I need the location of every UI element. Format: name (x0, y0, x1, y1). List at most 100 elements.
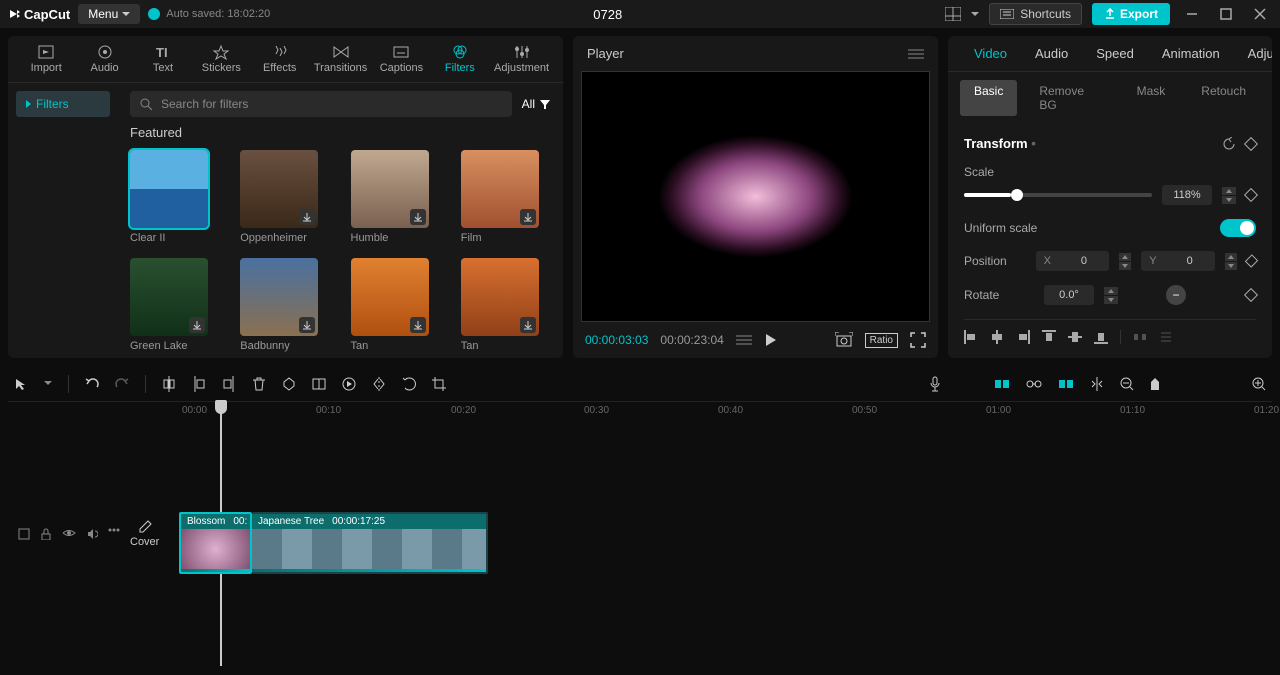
align-right-icon[interactable] (1016, 330, 1030, 344)
all-button[interactable]: All (522, 97, 551, 111)
magnet-on-icon[interactable] (994, 378, 1010, 390)
menu-icon[interactable] (908, 48, 924, 60)
distribute-h-icon[interactable] (1133, 330, 1147, 344)
sidebar-item-filters[interactable]: Filters (16, 91, 110, 117)
snap-on-icon[interactable] (1058, 378, 1074, 390)
stepper-down[interactable] (1222, 196, 1236, 204)
subtab-basic[interactable]: Basic (960, 80, 1017, 116)
align-left-icon[interactable] (964, 330, 978, 344)
redo-button[interactable] (115, 377, 129, 391)
rotate-tool[interactable] (402, 377, 416, 391)
group-tool[interactable] (312, 377, 326, 391)
close-button[interactable] (1248, 8, 1272, 20)
player-viewport[interactable] (581, 71, 930, 322)
tab-text[interactable]: TIText (137, 42, 189, 76)
download-icon[interactable] (189, 317, 205, 333)
crop-tool[interactable] (432, 377, 446, 391)
reset-icon[interactable] (1222, 137, 1236, 151)
scale-value[interactable]: 118% (1162, 185, 1212, 205)
delete-tool[interactable] (252, 377, 266, 391)
snapshot-icon[interactable] (835, 332, 853, 348)
distribute-v-icon[interactable] (1159, 330, 1173, 344)
keyframe-icon[interactable] (1244, 188, 1258, 202)
align-center-v-icon[interactable] (1068, 330, 1082, 344)
record-tool[interactable] (342, 377, 356, 391)
list-icon[interactable] (736, 334, 752, 346)
link-icon[interactable] (1026, 377, 1042, 391)
filter-item[interactable]: Humble (351, 150, 441, 244)
align-center-h-icon[interactable] (990, 330, 1004, 344)
zoom-in-icon[interactable] (1252, 377, 1266, 391)
maximize-button[interactable] (1214, 8, 1238, 20)
stepper-down[interactable] (1104, 296, 1118, 304)
minus-icon[interactable]: − (1166, 285, 1186, 305)
tab-speed[interactable]: Speed (1082, 36, 1148, 71)
uniform-scale-toggle[interactable] (1220, 219, 1256, 237)
filter-item[interactable]: Green Lake (130, 258, 220, 352)
position-x[interactable]: 0 (1059, 251, 1109, 271)
fullscreen-icon[interactable] (910, 332, 926, 348)
cover-button[interactable]: Cover (130, 520, 159, 548)
tab-audio[interactable]: Audio (1021, 36, 1082, 71)
ratio-button[interactable]: Ratio (865, 333, 898, 348)
tab-video[interactable]: Video (960, 36, 1021, 71)
slider-knob[interactable] (1150, 377, 1160, 391)
position-y[interactable]: 0 (1165, 251, 1215, 271)
chevron-down-icon[interactable] (971, 12, 979, 17)
shortcuts-button[interactable]: Shortcuts (989, 3, 1082, 25)
subtab-removebg[interactable]: Remove BG (1025, 80, 1114, 116)
stepper-down[interactable] (1225, 262, 1237, 270)
clip-japanese-tree[interactable]: Japanese Tree00:00:17:25 (252, 512, 488, 574)
filter-item[interactable]: Oppenheimer (240, 150, 330, 244)
filter-item[interactable]: Film (461, 150, 551, 244)
chevron-down-icon[interactable] (44, 381, 52, 386)
download-icon[interactable] (410, 209, 426, 225)
download-icon[interactable] (410, 317, 426, 333)
stepper-up[interactable] (1119, 253, 1131, 261)
scale-slider[interactable] (964, 193, 1152, 197)
layout-icon[interactable] (945, 7, 961, 21)
filter-item[interactable]: Tan (461, 258, 551, 352)
rotate-value[interactable]: 0.0° (1044, 285, 1094, 305)
trim-left-tool[interactable] (192, 376, 206, 392)
mic-icon[interactable] (928, 376, 942, 392)
download-icon[interactable] (299, 209, 315, 225)
tab-adjustment[interactable]: Adjustment (492, 42, 551, 76)
play-button[interactable] (764, 333, 778, 347)
tab-audio[interactable]: Audio (78, 42, 130, 76)
filter-item[interactable]: Clear II (130, 150, 220, 244)
stepper-up[interactable] (1104, 287, 1118, 295)
more-icon[interactable] (108, 528, 120, 532)
stepper-down[interactable] (1119, 262, 1131, 270)
mirror-tool[interactable] (372, 377, 386, 391)
tab-adjustment[interactable]: Adjustment (1234, 36, 1272, 71)
download-icon[interactable] (520, 209, 536, 225)
preview-icon[interactable] (1090, 377, 1104, 391)
clip-blossom[interactable]: Blossom00: (179, 512, 252, 574)
tab-animation[interactable]: Animation (1148, 36, 1234, 71)
tab-stickers[interactable]: Stickers (195, 42, 247, 76)
subtab-mask[interactable]: Mask (1123, 80, 1180, 116)
undo-button[interactable] (85, 377, 99, 391)
menu-button[interactable]: Menu (78, 4, 140, 24)
tab-effects[interactable]: Effects (254, 42, 306, 76)
search-input[interactable]: Search for filters (130, 91, 512, 117)
project-title[interactable]: 0728 (278, 7, 937, 22)
zoom-out-icon[interactable] (1120, 377, 1134, 391)
download-icon[interactable] (299, 317, 315, 333)
filter-item[interactable]: Badbunny (240, 258, 330, 352)
tab-captions[interactable]: Captions (375, 42, 427, 76)
tab-import[interactable]: Import (20, 42, 72, 76)
marker-tool[interactable] (282, 377, 296, 391)
tab-filters[interactable]: Filters (434, 42, 486, 76)
track-lock-icon[interactable] (40, 528, 52, 540)
minimize-button[interactable] (1180, 8, 1204, 20)
track-visibility-icon[interactable] (62, 528, 76, 538)
split-tool[interactable] (162, 376, 176, 392)
keyframe-icon[interactable] (1244, 288, 1258, 302)
timeline-tracks[interactable]: Blossom00: Japanese Tree00:00:17:25 (176, 424, 1272, 644)
track-mute-icon[interactable] (86, 528, 98, 540)
align-bottom-icon[interactable] (1094, 330, 1108, 344)
keyframe-icon[interactable] (1245, 254, 1258, 267)
filter-item[interactable]: Tan (351, 258, 441, 352)
